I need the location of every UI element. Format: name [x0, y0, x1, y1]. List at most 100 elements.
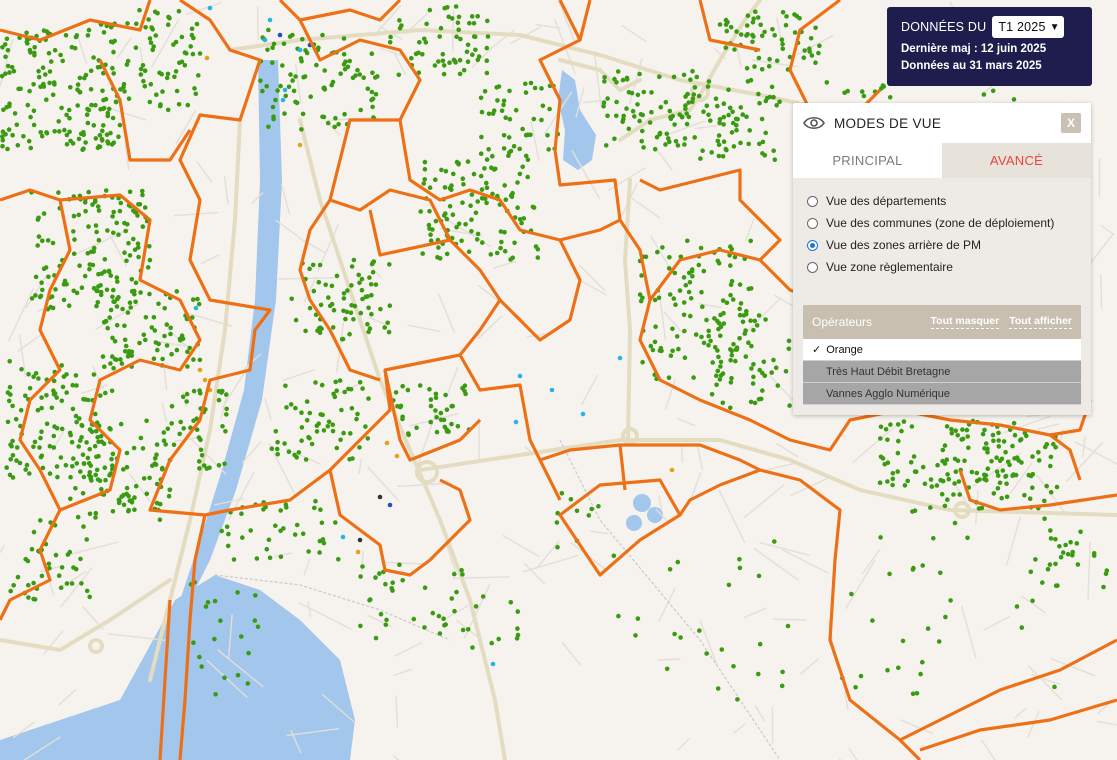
premise-dot	[212, 598, 218, 604]
radio-communes[interactable]	[807, 217, 818, 229]
premise-dot	[716, 133, 722, 138]
premise-dot	[327, 303, 333, 309]
premise-dot	[342, 66, 348, 72]
tab-principal[interactable]: PRINCIPAL	[793, 143, 942, 178]
premise-dot	[953, 428, 958, 434]
premise-dot	[216, 397, 222, 403]
premise-dot	[728, 282, 734, 288]
premise-dot	[512, 240, 517, 246]
premise-dot	[730, 109, 735, 115]
premise-dot	[715, 138, 721, 144]
premise-dot	[715, 368, 721, 374]
option-zones-pm[interactable]: Vue des zones arrière de PM	[807, 234, 1077, 256]
premise-dot	[317, 262, 323, 268]
premise-dot	[878, 535, 883, 540]
close-button[interactable]: X	[1061, 113, 1081, 133]
premise-dot	[905, 478, 910, 484]
premise-dot	[108, 273, 114, 278]
premise-dot	[751, 374, 756, 380]
premise-dot	[70, 141, 76, 146]
premise-dot	[491, 108, 497, 113]
premise-dot	[31, 529, 37, 535]
premise-dot	[780, 669, 785, 675]
premise-dot	[990, 88, 996, 94]
premise-dot	[463, 222, 468, 227]
premise-dot	[47, 471, 53, 476]
premise-dot	[743, 311, 749, 317]
premise-dot	[667, 292, 673, 297]
premise-dot	[341, 52, 347, 57]
premise-dot	[180, 394, 186, 400]
option-departements[interactable]: Vue des départements	[807, 190, 1077, 212]
premise-dot	[32, 45, 37, 50]
premise-dot	[705, 84, 711, 89]
premise-dot	[83, 208, 88, 214]
premise-dot	[940, 458, 945, 464]
operator-orange[interactable]: ✓ Orange	[803, 339, 1081, 361]
premise-dot	[1048, 490, 1054, 495]
premise-dot	[671, 296, 677, 301]
premise-dot	[28, 50, 33, 55]
premise-dot	[289, 296, 295, 302]
premise-dot	[118, 87, 123, 92]
premise-dot	[133, 483, 139, 489]
premise-dot	[89, 429, 95, 435]
premise-dot	[31, 374, 36, 380]
premise-dot	[27, 88, 32, 94]
premise-dot	[275, 451, 281, 457]
premise-dot	[80, 147, 85, 152]
tab-avance[interactable]: AVANCÉ	[942, 143, 1091, 178]
premise-dot	[684, 121, 690, 127]
option-zone-reglementaire[interactable]: Vue zone règlementaire	[807, 256, 1077, 278]
premise-dot	[252, 618, 258, 623]
premise-dot	[701, 340, 707, 346]
premise-dot	[69, 581, 75, 586]
premise-dot	[602, 75, 607, 80]
premise-dot	[616, 613, 621, 619]
premise-dot	[422, 159, 428, 165]
premise-dot	[196, 459, 202, 464]
premise-dot	[390, 588, 395, 593]
premise-dot	[667, 567, 673, 572]
premise-dot	[132, 507, 137, 512]
premise-dot	[427, 208, 432, 214]
premise-dot	[93, 411, 98, 417]
premise-dot	[11, 583, 16, 588]
hide-all-link[interactable]: Tout masquer	[930, 315, 1000, 329]
premise-dot	[138, 66, 144, 72]
radio-zones-pm[interactable]	[807, 239, 818, 251]
premise-dot	[79, 581, 84, 586]
premise-dot	[473, 604, 479, 609]
premise-dot	[495, 98, 500, 103]
premise-dot	[890, 471, 896, 476]
premise-dot	[94, 229, 99, 235]
premise-dot	[755, 15, 761, 20]
premise-dot	[147, 244, 152, 249]
premise-dot	[125, 21, 130, 26]
check-icon: ✓	[812, 344, 822, 356]
premise-dot	[980, 431, 986, 437]
radio-zone-reglementaire[interactable]	[807, 261, 818, 273]
premise-dot	[464, 49, 470, 55]
premise-dot	[928, 505, 933, 510]
premise-dot	[358, 623, 363, 629]
other-operator-dot	[340, 534, 346, 540]
premise-dot	[808, 36, 814, 41]
premise-dot	[783, 22, 789, 28]
operator-thd-bretagne[interactable]: Très Haut Débit Bretagne	[803, 361, 1081, 383]
premise-dot	[128, 305, 133, 310]
premise-dot	[911, 565, 916, 571]
premise-dot	[224, 524, 230, 530]
premise-dot	[443, 392, 448, 398]
premise-dot	[145, 265, 151, 270]
radio-departements[interactable]	[807, 195, 818, 207]
premise-dot	[981, 92, 987, 97]
operator-vannes-agglo[interactable]: Vannes Agglo Numérique	[803, 383, 1081, 405]
premise-dot	[74, 383, 79, 388]
period-select[interactable]: T1 2025 ▼	[992, 16, 1064, 38]
option-communes[interactable]: Vue des communes (zone de déploiement)	[807, 212, 1077, 234]
premise-dot	[110, 354, 115, 359]
show-all-link[interactable]: Tout afficher	[1009, 315, 1072, 329]
premise-dot	[96, 271, 101, 277]
premise-dot	[486, 111, 492, 117]
